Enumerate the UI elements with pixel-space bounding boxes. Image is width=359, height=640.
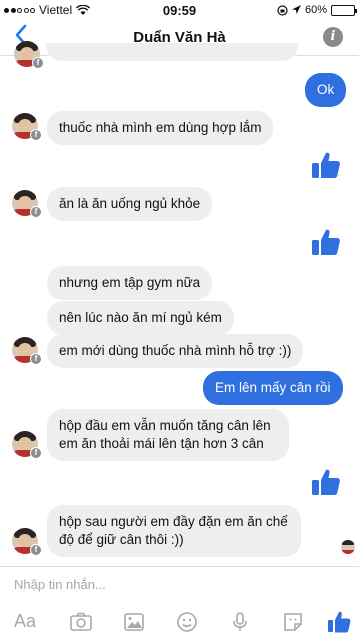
facebook-badge-icon: f <box>30 129 42 141</box>
message-text: Em lên mấy cân rồi <box>215 380 331 395</box>
message-input[interactable]: Nhập tin nhắn... <box>14 577 106 592</box>
like-sticker-icon <box>312 469 340 495</box>
facebook-badge-icon: f <box>30 447 42 459</box>
facebook-badge-icon: f <box>30 544 42 556</box>
message-text: nhưng em tập gym nữa <box>59 275 201 290</box>
gallery-button[interactable] <box>121 609 147 635</box>
info-button[interactable]: i <box>323 27 343 47</box>
microphone-icon <box>233 612 247 631</box>
message-text: nên lúc nào ăn mí ngủ kém <box>59 310 222 325</box>
message-bubble-incoming[interactable]: hộp đầu em vẫn muốn tăng cân lên em ăn t… <box>47 409 289 461</box>
emoji-button[interactable] <box>174 609 200 635</box>
sticker-button[interactable] <box>280 609 306 635</box>
text-format-icon: Aa <box>14 611 37 631</box>
message-bubble-outgoing[interactable]: Ok <box>305 73 347 107</box>
message-text: Ok <box>317 82 335 97</box>
battery-percent: 60% <box>304 4 327 16</box>
like-icon <box>328 611 351 633</box>
message-bubble-outgoing[interactable]: Em lên mấy cân rồi <box>203 371 343 405</box>
status-bar: Viettel 09:59 60% <box>0 0 359 20</box>
message-bubble-incoming[interactable]: em mới dùng thuốc nhà mình hỗ trợ :)) <box>47 334 304 368</box>
composer-toolbar: Aa <box>0 605 359 639</box>
info-icon: i <box>330 29 336 44</box>
text-format-button[interactable]: Aa <box>14 611 40 637</box>
like-sticker-icon <box>312 229 340 255</box>
message-list[interactable]: f Ok f thuốc nhà mình em dùng hợp lắm f … <box>0 41 359 565</box>
message-text: em mới dùng thuốc nhà mình hỗ trợ :)) <box>59 343 292 358</box>
sticker-icon <box>284 613 302 631</box>
lock-rotation-icon <box>277 4 288 16</box>
seen-avatar <box>341 540 355 554</box>
message-text-line: hộp sau người em đầy đặn em ăn chế <box>59 514 288 529</box>
facebook-badge-icon: f <box>32 57 44 69</box>
message-bubble-incoming[interactable]: hộp sau người em đầy đặn em ăn chế độ để… <box>47 505 301 557</box>
message-bubble-partial <box>46 43 298 61</box>
battery-icon <box>331 4 357 16</box>
message-text: thuốc nhà mình em dùng hợp lắm <box>59 120 262 135</box>
facebook-badge-icon: f <box>30 353 42 365</box>
message-text-line: hộp đầu em vẫn muốn tăng cân lên <box>59 418 271 433</box>
like-sticker-icon <box>312 152 340 178</box>
location-icon <box>291 5 301 14</box>
facebook-badge-icon: f <box>30 206 42 218</box>
status-right: 60% <box>277 4 357 16</box>
message-text-line: em ăn thoải mái lên tận hơn 3 cân <box>59 436 264 451</box>
emoji-icon <box>177 612 197 632</box>
message-bubble-incoming[interactable]: nên lúc nào ăn mí ngủ kém <box>47 301 234 335</box>
message-bubble-incoming[interactable]: ăn là ăn uống ngủ khỏe <box>47 187 213 221</box>
message-text: ăn là ăn uống ngủ khỏe <box>59 196 201 211</box>
like-button[interactable] <box>326 609 352 635</box>
gallery-icon <box>124 613 144 631</box>
composer: Nhập tin nhắn... Aa <box>0 566 359 640</box>
microphone-button[interactable] <box>227 609 253 635</box>
message-text-line: độ để giữ cân thôi :)) <box>59 532 184 547</box>
message-bubble-incoming[interactable]: thuốc nhà mình em dùng hợp lắm <box>47 111 274 145</box>
message-bubble-incoming[interactable]: nhưng em tập gym nữa <box>47 266 213 300</box>
camera-icon <box>70 612 92 631</box>
camera-button[interactable] <box>68 609 94 635</box>
